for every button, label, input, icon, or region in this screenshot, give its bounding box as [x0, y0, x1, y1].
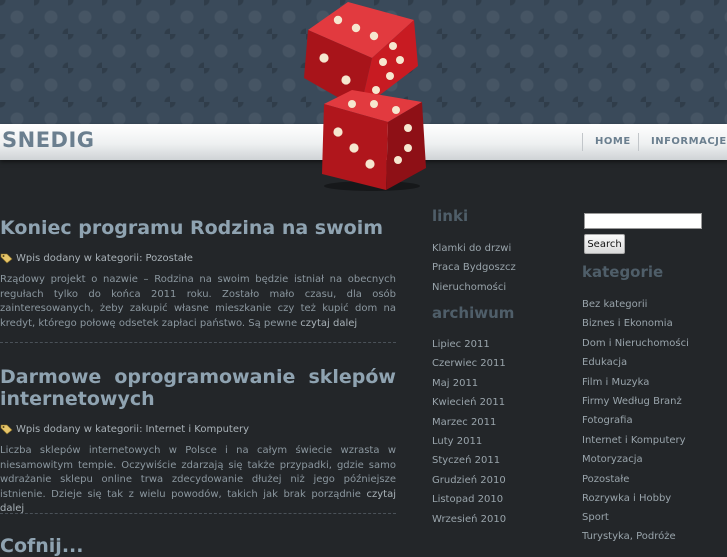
sidebar-link[interactable]: Nieruchomości — [432, 282, 506, 293]
category-item[interactable]: Motoryzacja — [582, 454, 643, 465]
category-item[interactable]: Internet i Komputery — [582, 435, 686, 446]
archive-link[interactable]: Marzec 2011 — [432, 417, 496, 428]
site-logo[interactable]: SNEDIG — [2, 128, 95, 152]
nav-home[interactable]: HOME — [595, 136, 631, 147]
archive-link[interactable]: Czerwiec 2011 — [432, 358, 506, 369]
tag-icon — [0, 424, 13, 435]
category-item[interactable]: Firmy Według Branż — [582, 396, 682, 407]
nav-separator — [582, 133, 583, 151]
category-item[interactable]: Bez kategorii — [582, 299, 647, 310]
sidebar-link[interactable]: Klamki do drzwi — [432, 243, 511, 254]
excerpt-text: Liczba sklepów internetowych w Polsce i … — [0, 445, 396, 500]
category-item[interactable]: Pozostałe — [582, 474, 629, 485]
search-input[interactable] — [584, 213, 702, 229]
categories-heading: kategorie — [582, 263, 664, 281]
category-item[interactable]: Sport — [582, 512, 609, 523]
archive-link[interactable]: Styczeń 2011 — [432, 455, 500, 466]
post-title[interactable]: Cofnij... — [0, 535, 83, 557]
archive-link[interactable]: Lipiec 2011 — [432, 339, 490, 350]
archive-link[interactable]: Grudzień 2010 — [432, 475, 506, 486]
nav-informacje[interactable]: INFORMACJE — [651, 136, 727, 147]
archive-link[interactable]: Luty 2011 — [432, 436, 482, 447]
post-divider — [0, 513, 396, 514]
post-excerpt: Liczba sklepów internetowych w Polsce i … — [0, 444, 396, 517]
category-item[interactable]: Film i Muzyka — [582, 377, 649, 388]
dice-icon — [304, 2, 426, 191]
category-item[interactable]: Rozrywka i Hobby — [582, 493, 671, 504]
archive-link[interactable]: Wrzesień 2010 — [432, 514, 506, 525]
post-title[interactable]: Darmowe oprogramowanie sklepów interneto… — [0, 366, 396, 410]
nav-separator — [638, 133, 639, 151]
category-item[interactable]: Edukacja — [582, 357, 627, 368]
post-divider — [0, 342, 396, 343]
meta-prefix: Wpis dodany w kategorii: — [16, 253, 143, 264]
category-item[interactable]: Biznes i Ekonomia — [582, 318, 673, 329]
archive-link[interactable]: Listopad 2010 — [432, 494, 503, 505]
sidebar-link[interactable]: Praca Bydgoszcz — [432, 262, 516, 273]
post-meta: Wpis dodany w kategorii: Pozostałe — [0, 253, 193, 264]
category-link[interactable]: Pozostałe — [145, 253, 192, 264]
category-item[interactable]: Fotografia — [582, 415, 633, 426]
archive-heading: archiwum — [432, 304, 515, 322]
meta-prefix: Wpis dodany w kategorii: — [16, 424, 143, 435]
category-item[interactable]: Turystyka, Podróże — [582, 531, 676, 542]
links-heading: linki — [432, 207, 469, 225]
archive-link[interactable]: Kwiecień 2011 — [432, 397, 505, 408]
archive-link[interactable]: Maj 2011 — [432, 378, 478, 389]
post-excerpt: Rządowy projekt o nazwie – Rodzina na sw… — [0, 273, 396, 331]
tag-icon — [0, 253, 13, 264]
read-more-link[interactable]: czytaj dalej — [300, 318, 357, 329]
category-link[interactable]: Internet i Komputery — [145, 424, 249, 435]
search-button[interactable]: Search — [584, 234, 625, 254]
category-item[interactable]: Dom i Nieruchomości — [582, 338, 689, 349]
post-meta: Wpis dodany w kategorii: Internet i Komp… — [0, 424, 249, 435]
post-title[interactable]: Koniec programu Rodzina na swoim — [0, 217, 383, 239]
